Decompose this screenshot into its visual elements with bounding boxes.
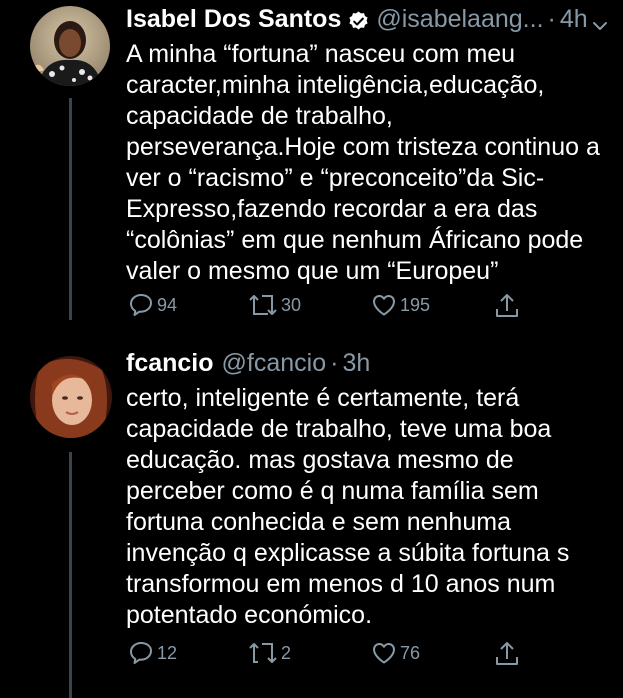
like-count: 195 xyxy=(400,294,431,315)
reply-count: 94 xyxy=(157,294,178,315)
retweet-button[interactable]: 2 xyxy=(248,640,291,666)
separator-dot: · xyxy=(330,349,339,377)
tweet-actions: 12 2 76 xyxy=(126,640,623,670)
retweet-count: 30 xyxy=(281,294,302,315)
share-icon xyxy=(494,292,520,320)
like-count: 76 xyxy=(400,642,421,663)
reply-icon xyxy=(128,640,154,666)
tweet-fcancio[interactable]: fcancio @fcancio · 3h certo, inteligente… xyxy=(0,346,623,698)
separator-dot: · xyxy=(547,5,556,33)
reply-button[interactable]: 94 xyxy=(128,292,177,318)
reply-icon xyxy=(128,292,154,318)
like-icon xyxy=(371,292,397,318)
handle[interactable]: @isabelaang... xyxy=(376,2,543,36)
timestamp[interactable]: 4h xyxy=(560,2,588,36)
tweet-text: certo, inteligente é certamente, terá ca… xyxy=(126,384,570,629)
share-icon xyxy=(494,640,520,668)
tweet-text: A minha “fortuna” nasceu com meu caracte… xyxy=(126,40,600,285)
like-icon xyxy=(371,640,397,666)
retweet-button[interactable]: 30 xyxy=(248,292,301,318)
like-button[interactable]: 76 xyxy=(371,640,420,666)
share-button[interactable] xyxy=(494,640,520,668)
retweet-icon xyxy=(248,640,278,666)
verified-badge-icon xyxy=(347,8,370,31)
chevron-down-icon[interactable] xyxy=(591,10,609,30)
avatar[interactable] xyxy=(30,6,110,86)
handle[interactable]: @fcancio xyxy=(222,346,327,380)
share-button[interactable] xyxy=(494,292,520,320)
display-name[interactable]: fcancio xyxy=(126,346,214,380)
retweet-count: 2 xyxy=(281,642,292,663)
tweet-header: fcancio @fcancio · 3h xyxy=(126,346,609,380)
like-button[interactable]: 195 xyxy=(371,292,430,318)
tweet-header: Isabel Dos Santos @isabelaang... · 4h xyxy=(126,2,609,36)
display-name[interactable]: Isabel Dos Santos xyxy=(126,2,341,36)
reply-count: 12 xyxy=(157,642,178,663)
timestamp[interactable]: 3h xyxy=(342,346,370,380)
reply-button[interactable]: 12 xyxy=(128,640,177,666)
retweet-icon xyxy=(248,292,278,318)
avatar[interactable] xyxy=(30,356,112,438)
tweet-isabel[interactable]: Isabel Dos Santos @isabelaang... · 4h A … xyxy=(0,2,623,332)
tweet-actions: 94 30 195 xyxy=(126,292,623,322)
